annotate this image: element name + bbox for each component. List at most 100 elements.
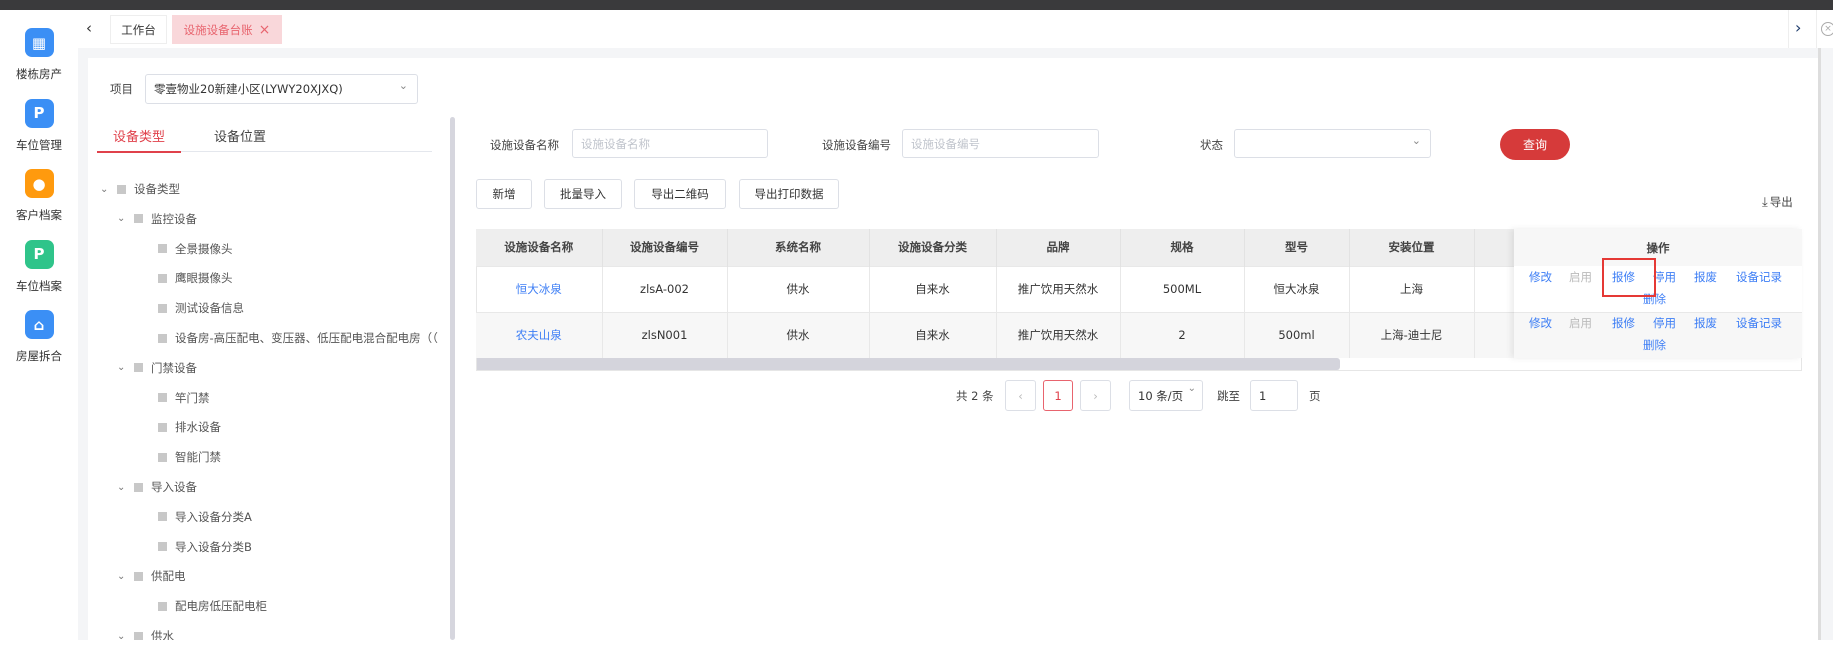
column-header: 型号: [1244, 229, 1350, 266]
tree-node[interactable]: 配电房低压配电柜: [158, 595, 267, 617]
total-count: 共 2 条: [956, 389, 994, 403]
close-icon[interactable]: ×: [259, 22, 271, 38]
folder-icon: [117, 184, 126, 194]
tree-node[interactable]: ⌄ 供配电: [117, 565, 186, 587]
tree-node[interactable]: 竿门禁: [158, 387, 210, 409]
sidebar-item-5[interactable]: ⌂ 房屋拆合: [0, 310, 78, 364]
name-label: 设施设备名称: [490, 138, 559, 152]
chevron-down-icon[interactable]: ⌄: [100, 184, 117, 195]
tree-node[interactable]: 排水设备: [158, 416, 221, 438]
scrollbar-thumb[interactable]: [477, 358, 1340, 370]
next-page-button[interactable]: ›: [1080, 380, 1111, 411]
tab-workbench[interactable]: 工作台: [110, 15, 167, 44]
tree-node[interactable]: 鹰眼摄像头: [158, 267, 233, 289]
column-header: [1474, 229, 1515, 266]
disable-link[interactable]: 停用: [1653, 315, 1676, 331]
tree-node[interactable]: ⌄ 门禁设备: [117, 357, 197, 379]
ops-header: 操作: [1514, 229, 1802, 266]
download-icon: ⤓: [1762, 194, 1768, 210]
tree-node[interactable]: 测试设备信息: [158, 297, 244, 319]
prev-page-button[interactable]: ‹: [1005, 380, 1036, 411]
tab-equipment-location[interactable]: 设备位置: [205, 126, 275, 145]
table-horizontal-scrollbar[interactable]: [477, 358, 1801, 370]
close-all-tabs-icon[interactable]: ×: [1821, 22, 1833, 36]
tree-node-label: 智能门禁: [175, 450, 221, 465]
record-link[interactable]: 设备记录: [1736, 269, 1782, 285]
folder-icon: [158, 303, 167, 313]
page-size-value: 10 条/页: [1138, 388, 1184, 403]
tree-node[interactable]: ⌄ 监控设备: [117, 208, 197, 230]
tree-node-label: 监控设备: [151, 211, 197, 226]
bottom-area: [78, 640, 1833, 668]
tree-node[interactable]: 设备房-高压配电、变压器、低压配电混合配电房（（: [158, 327, 438, 349]
project-select[interactable]: 零壹物业20新建小区(LYWY20XJXQ) ⌄: [145, 74, 418, 104]
table-header-row: 设施设备名称 设施设备编号 系统名称 设施设备分类 品牌 规格 型号 安装位置: [476, 229, 1515, 266]
tree-node[interactable]: ⌄ 设备类型: [100, 178, 180, 200]
tree-node[interactable]: 智能门禁: [158, 446, 221, 468]
tab-bar: ‹ 工作台 设施设备台账 × › ×: [78, 10, 1833, 48]
folder-icon: [134, 571, 143, 581]
page-1-button[interactable]: 1: [1043, 380, 1073, 411]
table-cell: 供水: [727, 311, 870, 358]
equipment-name-link[interactable]: 恒大冰泉: [476, 265, 603, 312]
export-button[interactable]: ⤓ 导出: [1762, 194, 1793, 210]
export-qr-button[interactable]: 导出二维码: [634, 179, 726, 209]
disable-link[interactable]: 停用: [1653, 269, 1676, 285]
export-print-button[interactable]: 导出打印数据: [739, 179, 839, 209]
name-input[interactable]: 设施设备名称: [572, 129, 768, 158]
tab-equipment-type[interactable]: 设备类型: [97, 126, 181, 145]
chevron-down-icon: ⌄: [398, 79, 408, 92]
tree-scrollbar[interactable]: [450, 117, 455, 640]
tree-node-label: 导入设备分类A: [175, 509, 252, 524]
query-button[interactable]: 查询: [1500, 129, 1570, 160]
sidebar-item-label: 车位档案: [16, 278, 62, 293]
table-cell: 500ml: [1244, 311, 1350, 358]
tree-node[interactable]: 导入设备分类B: [158, 536, 252, 558]
record-link[interactable]: 设备记录: [1736, 315, 1782, 331]
folder-icon: [158, 273, 167, 283]
code-input[interactable]: 设施设备编号: [902, 129, 1099, 158]
equipment-table: 设施设备名称 设施设备编号 系统名称 设施设备分类 品牌 规格 型号 安装位置 恒大冰泉 zls…: [476, 229, 1515, 358]
table-cell: 2: [1120, 311, 1245, 358]
jump-page-input[interactable]: 1: [1250, 380, 1298, 411]
edit-link[interactable]: 修改: [1529, 269, 1552, 285]
status-select[interactable]: ⌄: [1234, 129, 1431, 158]
tree-node[interactable]: 导入设备分类A: [158, 506, 252, 528]
page-scrollbar[interactable]: [1818, 48, 1821, 640]
tab-label: 工作台: [121, 22, 156, 37]
tab-facility-ledger[interactable]: 设施设备台账 ×: [172, 15, 282, 44]
enable-link[interactable]: 启用: [1569, 269, 1592, 285]
sidebar-item-label: 车位管理: [16, 137, 62, 152]
chevron-down-icon[interactable]: ⌄: [117, 571, 134, 582]
tree-node[interactable]: 全景摄像头: [158, 238, 233, 260]
enable-link[interactable]: 启用: [1569, 315, 1592, 331]
page-size-select[interactable]: 10 条/页 ⌄: [1129, 380, 1203, 411]
equipment-name-link[interactable]: 农夫山泉: [476, 311, 603, 358]
sidebar-item-3[interactable]: ● 客户档案: [0, 169, 78, 223]
repair-link[interactable]: 报修: [1612, 315, 1635, 331]
edit-link[interactable]: 修改: [1529, 315, 1552, 331]
scrap-link[interactable]: 报废: [1694, 269, 1717, 285]
add-button[interactable]: 新增: [476, 179, 532, 209]
chevron-down-icon[interactable]: ⌄: [117, 482, 134, 493]
chevron-down-icon[interactable]: ⌄: [117, 362, 134, 373]
sidebar-item-label: 楼栋房产: [16, 67, 62, 81]
sidebar-item-1[interactable]: ▦ 楼栋房产: [0, 28, 78, 82]
sidebar-item-4[interactable]: P 车位档案: [0, 239, 78, 294]
operations-column: 操作 修改 启用 报修 停用 报废 设备记录 删除 修改 启用 报修 停用 报废 设备记录 删除: [1514, 229, 1802, 358]
column-header: 品牌: [996, 229, 1121, 266]
scrap-link[interactable]: 报废: [1694, 315, 1717, 331]
delete-link[interactable]: 删除: [1643, 337, 1666, 353]
user-icon: ●: [24, 169, 54, 198]
tabs-back-chevron-icon[interactable]: ‹: [86, 19, 92, 37]
column-header: 安装位置: [1349, 229, 1475, 266]
tree-node[interactable]: ⌄ 导入设备: [117, 476, 197, 498]
tree-node-label: 导入设备分类B: [175, 539, 252, 554]
chevron-down-icon[interactable]: ⌄: [117, 213, 134, 224]
folder-icon: [158, 244, 167, 254]
batch-import-button[interactable]: 批量导入: [544, 179, 622, 209]
highlight-box: [1602, 258, 1656, 297]
tabs-forward-chevron-icon[interactable]: ›: [1795, 18, 1801, 37]
tab-label: 设施设备台账: [183, 22, 253, 37]
sidebar-item-2[interactable]: P 车位管理: [0, 98, 78, 153]
